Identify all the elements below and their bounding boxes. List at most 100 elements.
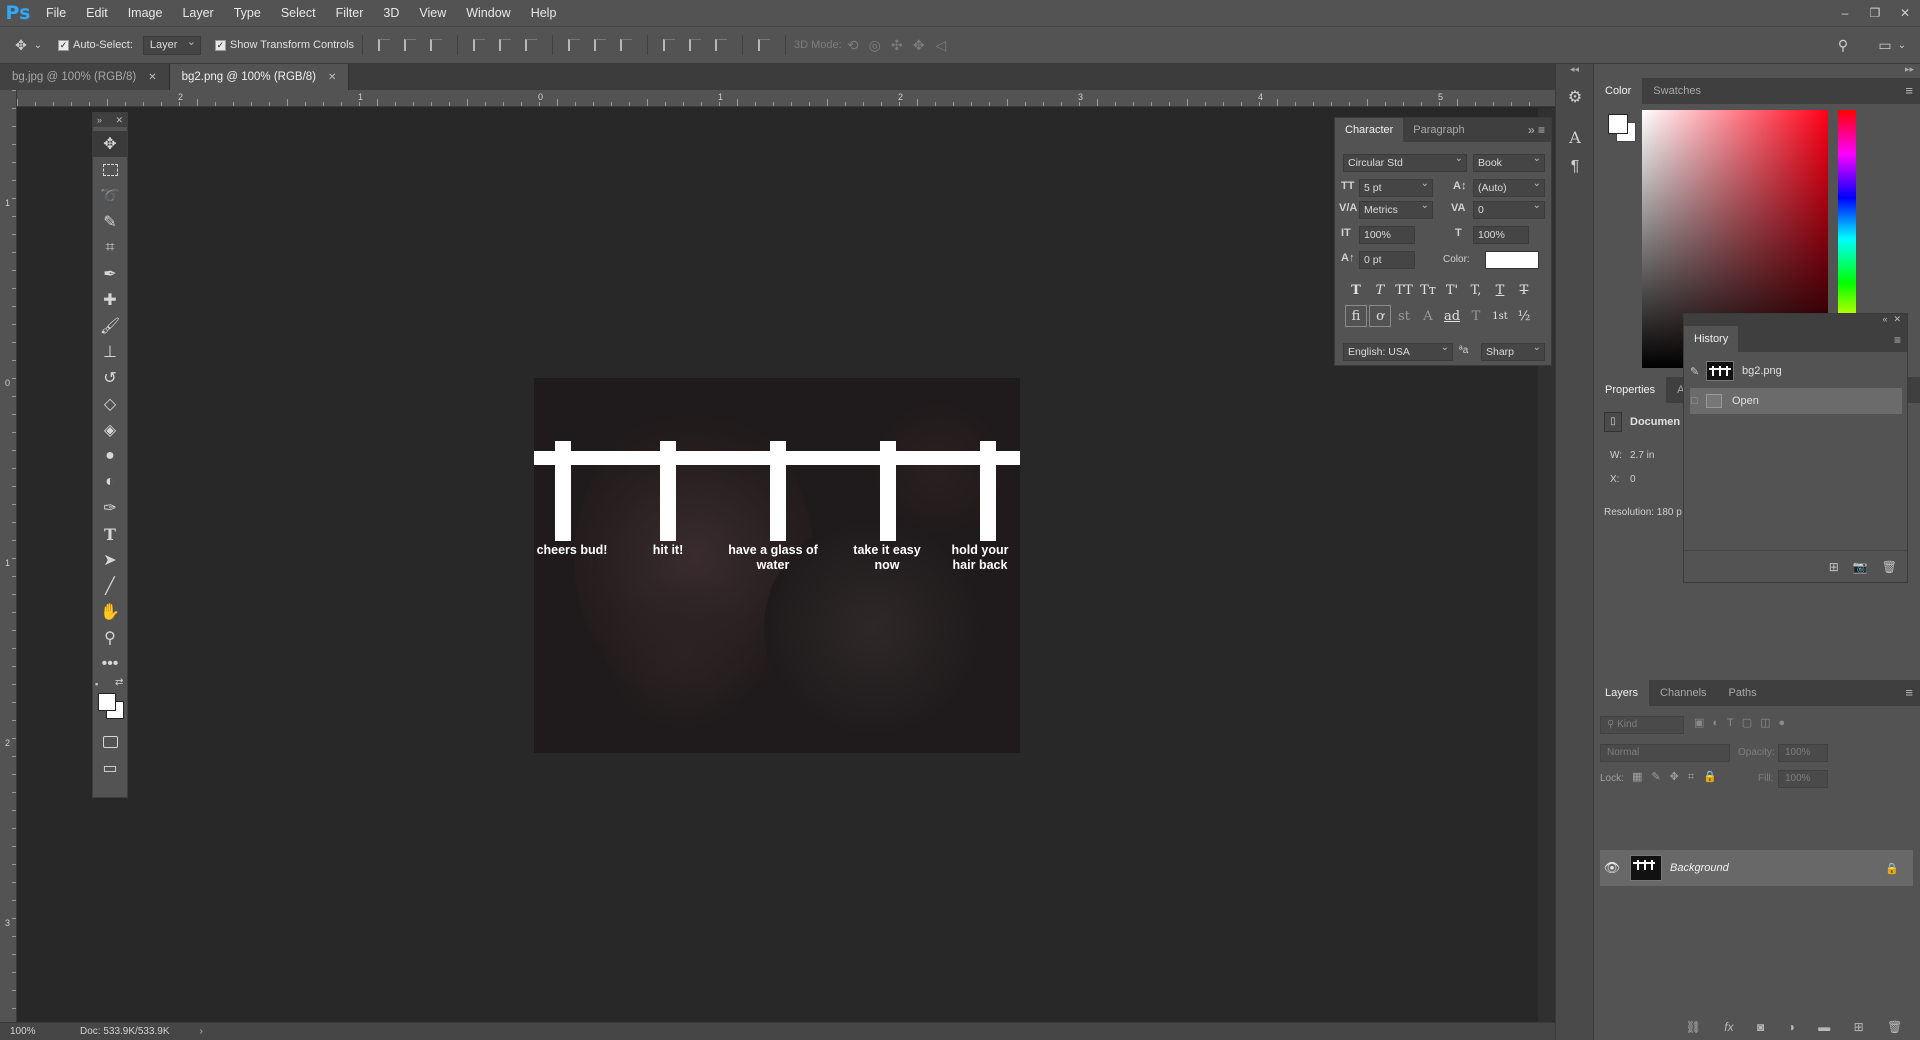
fx-icon[interactable]: fx: [1724, 1020, 1733, 1034]
faux-bold-button[interactable]: T: [1345, 279, 1367, 301]
horizontal-scale-field[interactable]: 100%: [1473, 226, 1529, 244]
menu-type[interactable]: Type: [224, 0, 271, 26]
collapse-icon[interactable]: ◂◂: [1556, 64, 1593, 82]
auto-select-dropdown[interactable]: Layer: [142, 34, 201, 55]
panel-menu-icon[interactable]: » ≡: [1522, 118, 1551, 142]
trash-icon[interactable]: 🗑: [1882, 560, 1897, 574]
workspace-icon[interactable]: ▭: [1874, 34, 1896, 56]
all-caps-button[interactable]: TT: [1393, 279, 1415, 301]
history-brush-tool-icon[interactable]: ↺: [93, 365, 127, 391]
dodge-tool-icon[interactable]: ◐: [93, 469, 127, 495]
old-style-button[interactable]: ơ: [1369, 305, 1391, 327]
font-family-dropdown[interactable]: Circular Std: [1343, 151, 1467, 172]
tab-paragraph[interactable]: Paragraph: [1403, 118, 1474, 142]
lock-icons[interactable]: ▦✎✥⌗🔒: [1632, 770, 1726, 784]
close-icon[interactable]: ✕: [148, 72, 156, 83]
menu-select[interactable]: Select: [271, 0, 326, 26]
leading-field[interactable]: (Auto): [1473, 176, 1545, 197]
eyedropper-tool-icon[interactable]: ✒: [93, 261, 127, 287]
menu-window[interactable]: Window: [456, 0, 520, 26]
menu-3d[interactable]: 3D: [373, 0, 409, 26]
distribute-top-icon[interactable]: [564, 35, 584, 55]
chevron-right-icon[interactable]: ›: [200, 1026, 203, 1037]
panel-menu-icon[interactable]: ≡: [1897, 680, 1920, 706]
auto-select-checkbox[interactable]: ✓: [58, 39, 69, 51]
baseline-shift-field[interactable]: 0 pt: [1359, 251, 1415, 269]
layer-row-background[interactable]: 👁 Background 🔒: [1600, 850, 1913, 886]
foreground-color[interactable]: [98, 693, 116, 711]
zoom-tool-icon[interactable]: ⚲: [93, 625, 127, 651]
distribute-right-icon[interactable]: [711, 35, 731, 55]
ligatures-button[interactable]: fi: [1345, 305, 1367, 327]
tab-swatches[interactable]: Swatches: [1642, 78, 1712, 104]
blend-mode-dropdown[interactable]: Normal: [1600, 744, 1730, 762]
crop-tool-icon[interactable]: ⌗: [93, 235, 127, 261]
type-tool-icon[interactable]: T: [93, 521, 127, 547]
menu-layer[interactable]: Layer: [172, 0, 223, 26]
tab-bg2-png[interactable]: bg2.png @ 100% (RGB/8) ✕: [169, 64, 350, 90]
eye-icon[interactable]: 👁: [1600, 860, 1624, 876]
swap-colors-icon[interactable]: ⇄: [115, 677, 123, 688]
quick-mask-icon[interactable]: [93, 729, 127, 755]
faux-italic-button[interactable]: T: [1369, 279, 1391, 301]
fill-field[interactable]: 100%: [1778, 770, 1828, 788]
kerning-field[interactable]: Metrics: [1359, 198, 1433, 219]
clone-stamp-tool-icon[interactable]: ⊥: [93, 339, 127, 365]
fractions-button[interactable]: ½: [1513, 305, 1535, 327]
small-caps-button[interactable]: Tт: [1417, 279, 1439, 301]
path-selection-tool-icon[interactable]: ➤: [93, 547, 127, 573]
ordinals-button[interactable]: 1st: [1489, 305, 1511, 327]
ornaments-button[interactable]: T: [1465, 305, 1487, 327]
vertical-scale-field[interactable]: 100%: [1359, 226, 1415, 244]
close-icon[interactable]: ✕: [328, 72, 336, 83]
tab-history[interactable]: History: [1684, 326, 1739, 352]
default-colors-icon[interactable]: ▪: [95, 679, 98, 689]
distribute-vcenter-icon[interactable]: [590, 35, 610, 55]
history-state-open[interactable]: ☐ Open: [1690, 388, 1902, 414]
marquee-tool-icon[interactable]: [93, 157, 127, 183]
swash-button[interactable]: st: [1393, 305, 1415, 327]
collapse-icon[interactable]: «: [1882, 314, 1887, 326]
move-tool-preset-icon[interactable]: ✥: [10, 34, 32, 56]
collapse-icon[interactable]: ▸▸: [1594, 64, 1920, 78]
menu-image[interactable]: Image: [118, 0, 173, 26]
font-style-dropdown[interactable]: Book: [1473, 151, 1545, 172]
distribute-hcenter-icon[interactable]: [685, 35, 705, 55]
eraser-tool-icon[interactable]: ◇: [93, 391, 127, 417]
align-hcenter-icon[interactable]: [495, 35, 515, 55]
close-icon[interactable]: ✕: [1893, 314, 1901, 326]
lasso-tool-icon[interactable]: ➰: [93, 183, 127, 209]
distribute-bottom-icon[interactable]: [616, 35, 636, 55]
antialias-dropdown[interactable]: Sharp: [1481, 340, 1545, 361]
tab-character[interactable]: Character: [1335, 118, 1404, 142]
tab-properties[interactable]: Properties: [1594, 377, 1667, 403]
quick-select-tool-icon[interactable]: ✎: [93, 209, 127, 235]
panel-menu-icon[interactable]: ≡: [1888, 328, 1907, 352]
align-left-icon[interactable]: [469, 35, 489, 55]
brush-settings-icon[interactable]: ⚙: [1556, 82, 1594, 112]
pen-tool-icon[interactable]: ✑: [93, 495, 127, 521]
language-dropdown[interactable]: English: USA: [1343, 340, 1453, 361]
character-panel-icon[interactable]: A: [1556, 122, 1594, 152]
new-document-icon[interactable]: ⊞: [1829, 560, 1839, 574]
paint-bucket-tool-icon[interactable]: ◈: [93, 417, 127, 443]
color-foreground-swatch[interactable]: [1608, 114, 1628, 134]
close-icon[interactable]: ✕: [115, 115, 123, 126]
opacity-field[interactable]: 100%: [1778, 744, 1828, 762]
superscript-button[interactable]: T': [1441, 279, 1463, 301]
restore-button[interactable]: ❐: [1860, 0, 1890, 26]
camera-icon[interactable]: 📷: [1853, 560, 1868, 574]
tab-color[interactable]: Color: [1594, 78, 1643, 104]
move-tool-icon[interactable]: ✥: [93, 131, 127, 157]
text-color-swatch[interactable]: [1485, 251, 1539, 269]
more-tools-icon[interactable]: •••: [93, 651, 127, 677]
search-icon[interactable]: ⚲: [1832, 34, 1854, 56]
healing-brush-tool-icon[interactable]: ✚: [93, 287, 127, 313]
mask-icon[interactable]: ◙: [1757, 1020, 1764, 1034]
link-icon[interactable]: ⛓: [1686, 1020, 1701, 1034]
adjustment-icon[interactable]: ◑: [1788, 1020, 1795, 1034]
group-icon[interactable]: ▬: [1818, 1020, 1830, 1034]
menu-edit[interactable]: Edit: [76, 0, 118, 26]
history-snapshot[interactable]: ✎ bg2.png: [1690, 358, 1902, 384]
menu-file[interactable]: File: [36, 0, 76, 26]
